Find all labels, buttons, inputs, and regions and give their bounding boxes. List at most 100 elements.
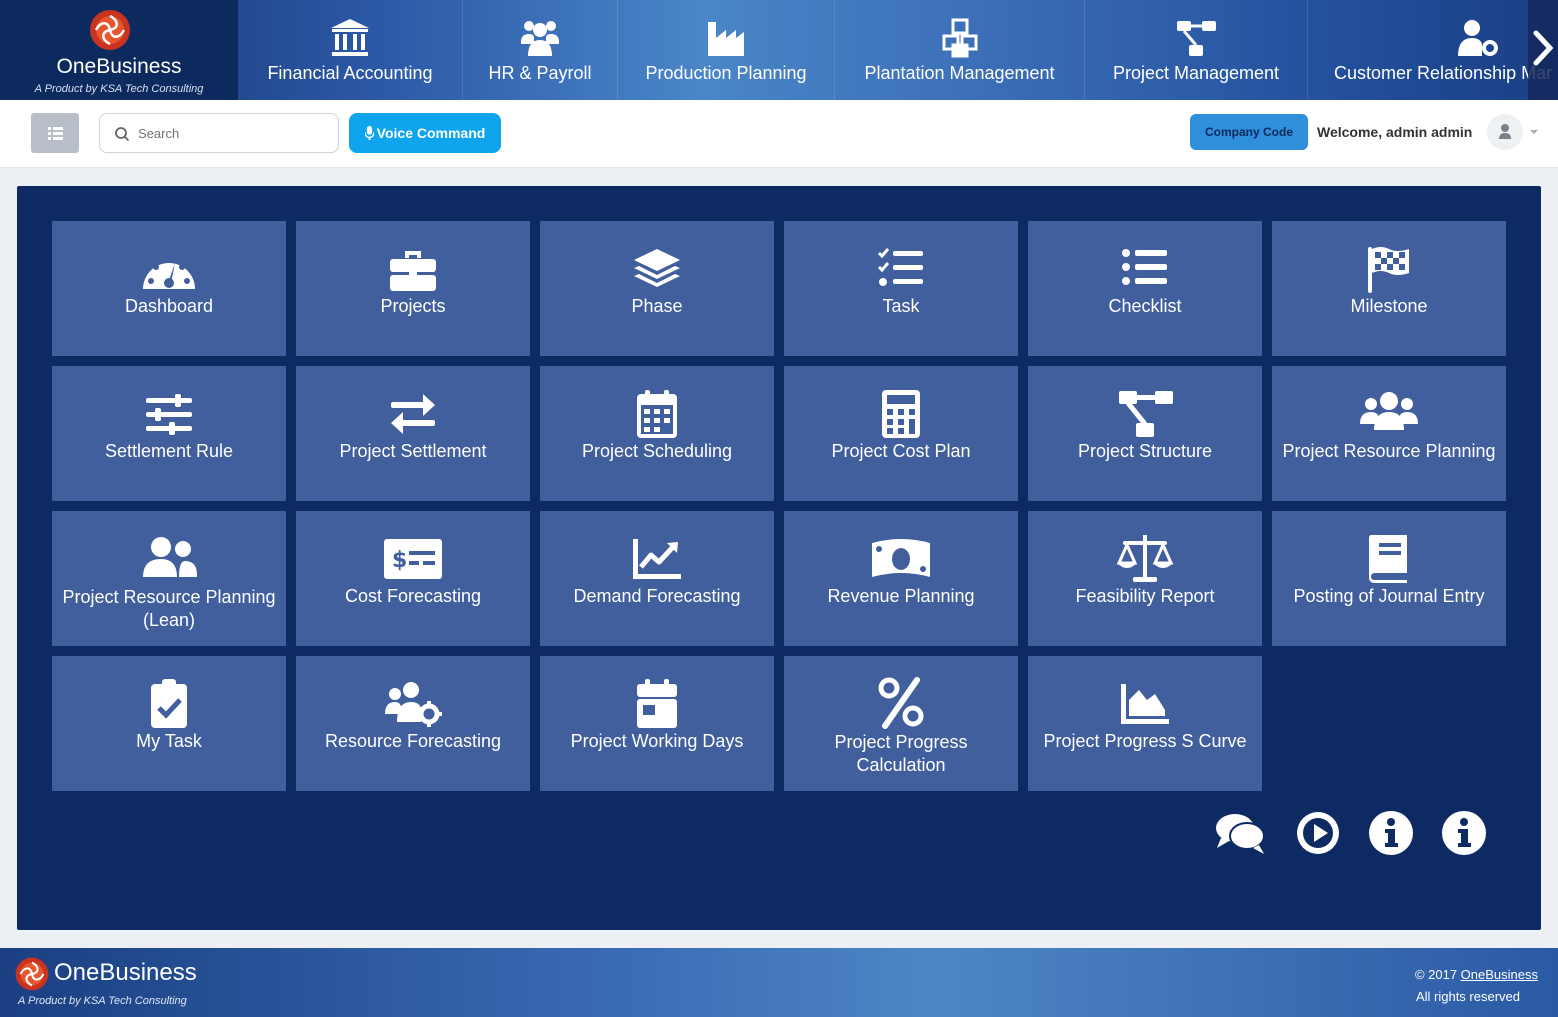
tile-projects[interactable]: Projects <box>296 221 530 356</box>
user-friends-icon <box>143 537 197 577</box>
tile-project-structure[interactable]: Project Structure <box>1028 366 1262 501</box>
voice-command-button[interactable]: Voice Command <box>349 113 501 153</box>
tile-resource-forecasting[interactable]: Resource Forecasting <box>296 656 530 791</box>
tile-project-cost-plan[interactable]: Project Cost Plan <box>784 366 1018 501</box>
tile-task[interactable]: Task <box>784 221 1018 356</box>
tile-dashboard[interactable]: Dashboard <box>52 221 286 356</box>
cubes-icon <box>942 18 977 58</box>
user-avatar[interactable] <box>1487 114 1523 150</box>
tile-checklist[interactable]: Checklist <box>1028 221 1262 356</box>
onebusiness-logo-icon <box>15 957 49 991</box>
tile-label: Demand Forecasting <box>573 586 741 606</box>
module-customer-relationship[interactable]: Customer Relationship Mar <box>1308 0 1558 100</box>
briefcase-icon <box>390 251 436 291</box>
module-production-planning[interactable]: Production Planning <box>618 0 835 100</box>
tile-label: Posting of Journal Entry <box>1293 586 1485 606</box>
chart-area-icon <box>1121 684 1169 724</box>
tile-project-scheduling[interactable]: Project Scheduling <box>540 366 774 501</box>
microphone-icon <box>364 126 375 140</box>
footer-tagline: A Product by KSA Tech Consulting <box>18 995 187 1007</box>
list-icon <box>48 127 63 140</box>
percent-icon <box>878 677 924 729</box>
tile-label: Settlement Rule <box>104 441 234 461</box>
search-box <box>99 113 339 153</box>
tile-cost-forecasting[interactable]: $ Cost Forecasting <box>296 511 530 646</box>
modules-next-button[interactable] <box>1528 0 1558 100</box>
sitemap-icon <box>1119 391 1173 437</box>
user-icon <box>1499 124 1511 139</box>
tile-label: Feasibility Report <box>1075 586 1215 606</box>
menu-toggle-button[interactable] <box>31 113 79 153</box>
users-group-icon <box>1360 392 1418 430</box>
tile-project-progress-calculation[interactable]: Project Progress Calculation <box>784 656 1018 791</box>
tile-label: Project Structure <box>1077 441 1213 461</box>
balance-scale-icon <box>1116 535 1174 582</box>
tile-label: Project Resource Planning <box>1282 441 1496 461</box>
tile-label: Project Cost Plan <box>831 441 971 461</box>
tile-label: Phase <box>631 296 683 316</box>
copyright-prefix: © 2017 <box>1414 967 1461 982</box>
voice-command-label: Voice Command <box>376 125 486 141</box>
tile-label: Task <box>882 296 920 316</box>
user-gear-icon <box>1458 20 1498 56</box>
module-project-management[interactable]: Project Management <box>1085 0 1308 100</box>
tile-project-resource-planning[interactable]: Project Resource Planning <box>1272 366 1506 501</box>
tile-project-settlement[interactable]: Project Settlement <box>296 366 530 501</box>
users-cog-icon <box>385 682 442 727</box>
calculator-icon <box>882 390 920 438</box>
tile-phase[interactable]: Phase <box>540 221 774 356</box>
money-check-icon: $ <box>384 539 442 579</box>
search-input[interactable] <box>138 123 328 143</box>
welcome-text: Welcome, admin admin <box>1317 124 1473 140</box>
money-bill-icon <box>872 539 930 577</box>
sliders-icon <box>146 394 192 435</box>
tile-label: Project Scheduling <box>581 441 733 461</box>
brand-block[interactable]: OneBusiness A Product by KSA Tech Consul… <box>0 0 238 100</box>
tile-milestone[interactable]: Milestone <box>1272 221 1506 356</box>
tile-feasibility-report[interactable]: Feasibility Report <box>1028 511 1262 646</box>
footer-copyright: © 2017 OneBusiness <box>1415 967 1538 982</box>
onebusiness-logo-icon <box>90 10 130 50</box>
tile-demand-forecasting[interactable]: Demand Forecasting <box>540 511 774 646</box>
calendar-day-icon <box>637 679 677 728</box>
tile-project-progress-s-curve[interactable]: Project Progress S Curve <box>1028 656 1262 791</box>
tile-label: Project Resource Planning (Lean) <box>62 587 276 630</box>
tile-label: Revenue Planning <box>827 586 975 606</box>
chart-line-icon <box>633 539 681 579</box>
clipboard-check-icon <box>151 679 187 728</box>
tile-label: Project Progress Calculation <box>834 732 968 775</box>
tile-project-working-days[interactable]: Project Working Days <box>540 656 774 791</box>
gauge-icon <box>143 257 195 289</box>
module-bar: OneBusiness A Product by KSA Tech Consul… <box>0 0 1558 100</box>
module-label: Plantation Management <box>864 63 1055 83</box>
play-circle-icon[interactable] <box>1294 808 1344 858</box>
industry-icon <box>708 22 744 56</box>
footer-rights: All rights reserved <box>1415 989 1520 1004</box>
arrows-exchange-icon <box>391 394 435 434</box>
tile-label: Project Progress S Curve <box>1043 731 1247 751</box>
tile-project-resource-planning-lean[interactable]: Project Resource Planning (Lean) <box>52 511 286 646</box>
info-icon[interactable] <box>1367 808 1417 858</box>
footer-onebusiness-link[interactable]: OneBusiness <box>1461 967 1538 982</box>
tile-revenue-planning[interactable]: Revenue Planning <box>784 511 1018 646</box>
company-code-button[interactable]: Company Code <box>1190 114 1308 150</box>
chat-icon[interactable] <box>1215 808 1265 858</box>
tile-my-task[interactable]: My Task <box>52 656 286 791</box>
brand-name: OneBusiness <box>56 55 182 78</box>
user-menu-caret-icon[interactable] <box>1530 130 1538 134</box>
tile-settlement-rule[interactable]: Settlement Rule <box>52 366 286 501</box>
module-label: Customer Relationship Mar <box>1334 63 1553 83</box>
module-label: HR & Payroll <box>488 63 592 83</box>
tile-label: My Task <box>136 731 202 751</box>
toolbar: Voice Command Company Code Welcome, admi… <box>0 100 1558 168</box>
module-financial-accounting[interactable]: Financial Accounting <box>238 0 463 100</box>
tile-label: Cost Forecasting <box>344 586 482 606</box>
chevron-right-icon <box>1533 30 1554 66</box>
info-icon[interactable] <box>1440 808 1490 858</box>
module-hr-payroll[interactable]: HR & Payroll <box>463 0 618 100</box>
brand-tagline: A Product by KSA Tech Consulting <box>34 83 204 95</box>
list-check-icon <box>877 248 923 286</box>
tile-posting-journal-entry[interactable]: Posting of Journal Entry <box>1272 511 1506 646</box>
tile-label: Project Settlement <box>339 441 487 461</box>
module-plantation-management[interactable]: Plantation Management <box>835 0 1085 100</box>
